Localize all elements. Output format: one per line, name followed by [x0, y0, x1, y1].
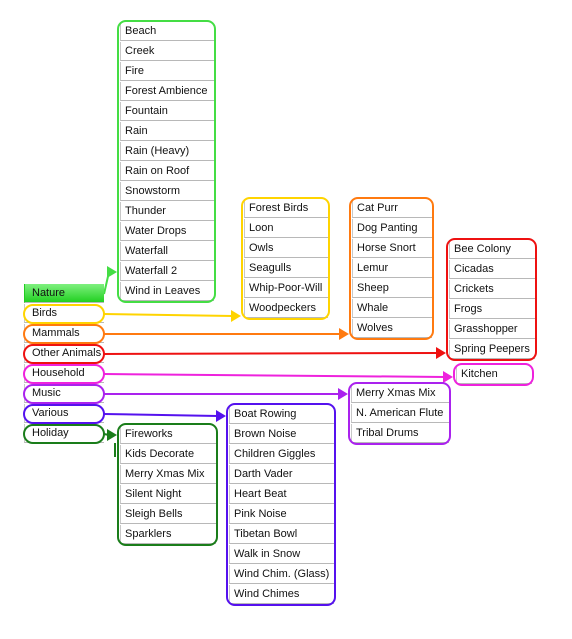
sound-item[interactable]: Kitchen — [456, 365, 532, 384]
sound-item[interactable]: Grasshopper — [449, 320, 535, 339]
sound-item[interactable]: Thunder — [120, 202, 214, 221]
connector-line — [103, 433, 110, 436]
sound-item[interactable]: Snowstorm — [120, 182, 214, 201]
sound-item[interactable]: Crickets — [449, 280, 535, 299]
sound-item[interactable]: Tribal Drums — [351, 424, 449, 443]
arrow-head-icon — [339, 328, 349, 340]
arrow-head-icon — [216, 410, 226, 422]
sound-item[interactable]: Tibetan Bowl — [229, 525, 334, 544]
category-various[interactable]: Various — [24, 404, 104, 423]
sound-item[interactable]: Kids Decorate — [120, 445, 216, 464]
sound-item[interactable]: Merry Xmas Mix — [351, 384, 449, 403]
sound-item[interactable]: Rain — [120, 122, 214, 141]
sound-item[interactable]: Brown Noise — [229, 425, 334, 444]
sound-item[interactable]: Forest Ambience — [120, 82, 214, 101]
sound-item[interactable]: Boat Rowing — [229, 405, 334, 424]
sound-item[interactable]: Rain on Roof — [120, 162, 214, 181]
connector-line — [103, 373, 446, 378]
sound-item[interactable]: Wind Chim. (Glass) — [229, 565, 334, 584]
sound-item[interactable]: Loon — [244, 219, 328, 238]
sound-item[interactable]: Beach — [120, 22, 214, 41]
sound-item[interactable]: Spring Peepers — [449, 340, 535, 359]
sound-item[interactable]: Fireworks — [120, 425, 216, 444]
sound-item[interactable]: Children Giggles — [229, 445, 334, 464]
sound-item[interactable]: Fountain — [120, 102, 214, 121]
connector-line — [103, 352, 439, 355]
arrow-head-icon — [436, 347, 446, 359]
arrow-head-icon — [443, 371, 453, 383]
sound-item[interactable]: Bee Colony — [449, 240, 535, 259]
sound-item[interactable]: Whale — [352, 299, 432, 318]
sound-item[interactable]: Water Drops — [120, 222, 214, 241]
sound-item[interactable]: Cat Purr — [352, 199, 432, 218]
sound-item[interactable]: Waterfall 2 — [120, 262, 214, 281]
sound-item[interactable]: Frogs — [449, 300, 535, 319]
sound-item[interactable]: Silent Night — [120, 485, 216, 504]
category-household[interactable]: Household — [24, 364, 104, 383]
sound-item[interactable]: Wolves — [352, 319, 432, 338]
sound-item[interactable]: Merry Xmas Mix — [120, 465, 216, 484]
sound-item[interactable]: Walk in Snow — [229, 545, 334, 564]
sound-item[interactable]: Cicadas — [449, 260, 535, 279]
sound-item[interactable]: Dog Panting — [352, 219, 432, 238]
category-birds[interactable]: Birds — [24, 304, 104, 323]
sound-item[interactable]: Creek — [120, 42, 214, 61]
arrow-head-icon — [338, 388, 348, 400]
sound-item[interactable]: N. American Flute — [351, 404, 449, 423]
arrow-head-icon — [107, 429, 117, 441]
category-other-animals[interactable]: Other Animals — [24, 344, 104, 363]
sound-item[interactable]: Pink Noise — [229, 505, 334, 524]
category-mammals[interactable]: Mammals — [24, 324, 104, 343]
sound-item[interactable]: Wind Chimes — [229, 585, 334, 604]
sound-item[interactable]: Heart Beat — [229, 485, 334, 504]
arrow-head-icon — [107, 266, 117, 278]
sound-item[interactable]: Fire — [120, 62, 214, 81]
sound-item[interactable]: Rain (Heavy) — [120, 142, 214, 161]
sound-item[interactable]: Sheep — [352, 279, 432, 298]
sound-item[interactable]: Owls — [244, 239, 328, 258]
sound-item[interactable]: Darth Vader — [229, 465, 334, 484]
sound-item[interactable]: Woodpeckers — [244, 299, 328, 318]
sound-item[interactable]: Seagulls — [244, 259, 328, 278]
category-music[interactable]: Music — [24, 384, 104, 403]
category-holiday[interactable]: Holiday — [24, 424, 104, 443]
sound-item[interactable]: Whip-Poor-Will — [244, 279, 328, 298]
sound-item[interactable]: Horse Snort — [352, 239, 432, 258]
category-nature[interactable]: Nature — [24, 284, 104, 303]
arrow-head-icon — [231, 310, 241, 322]
connector-line — [103, 313, 234, 317]
sound-item[interactable]: Waterfall — [120, 242, 214, 261]
connector-line — [103, 413, 219, 417]
sound-item[interactable]: Sparklers — [120, 525, 216, 544]
sound-item[interactable]: Sleigh Bells — [120, 505, 216, 524]
sound-item[interactable]: Forest Birds — [244, 199, 328, 218]
sound-item[interactable]: Lemur — [352, 259, 432, 278]
sound-item[interactable]: Wind in Leaves — [120, 282, 214, 301]
connector-line — [103, 271, 110, 295]
